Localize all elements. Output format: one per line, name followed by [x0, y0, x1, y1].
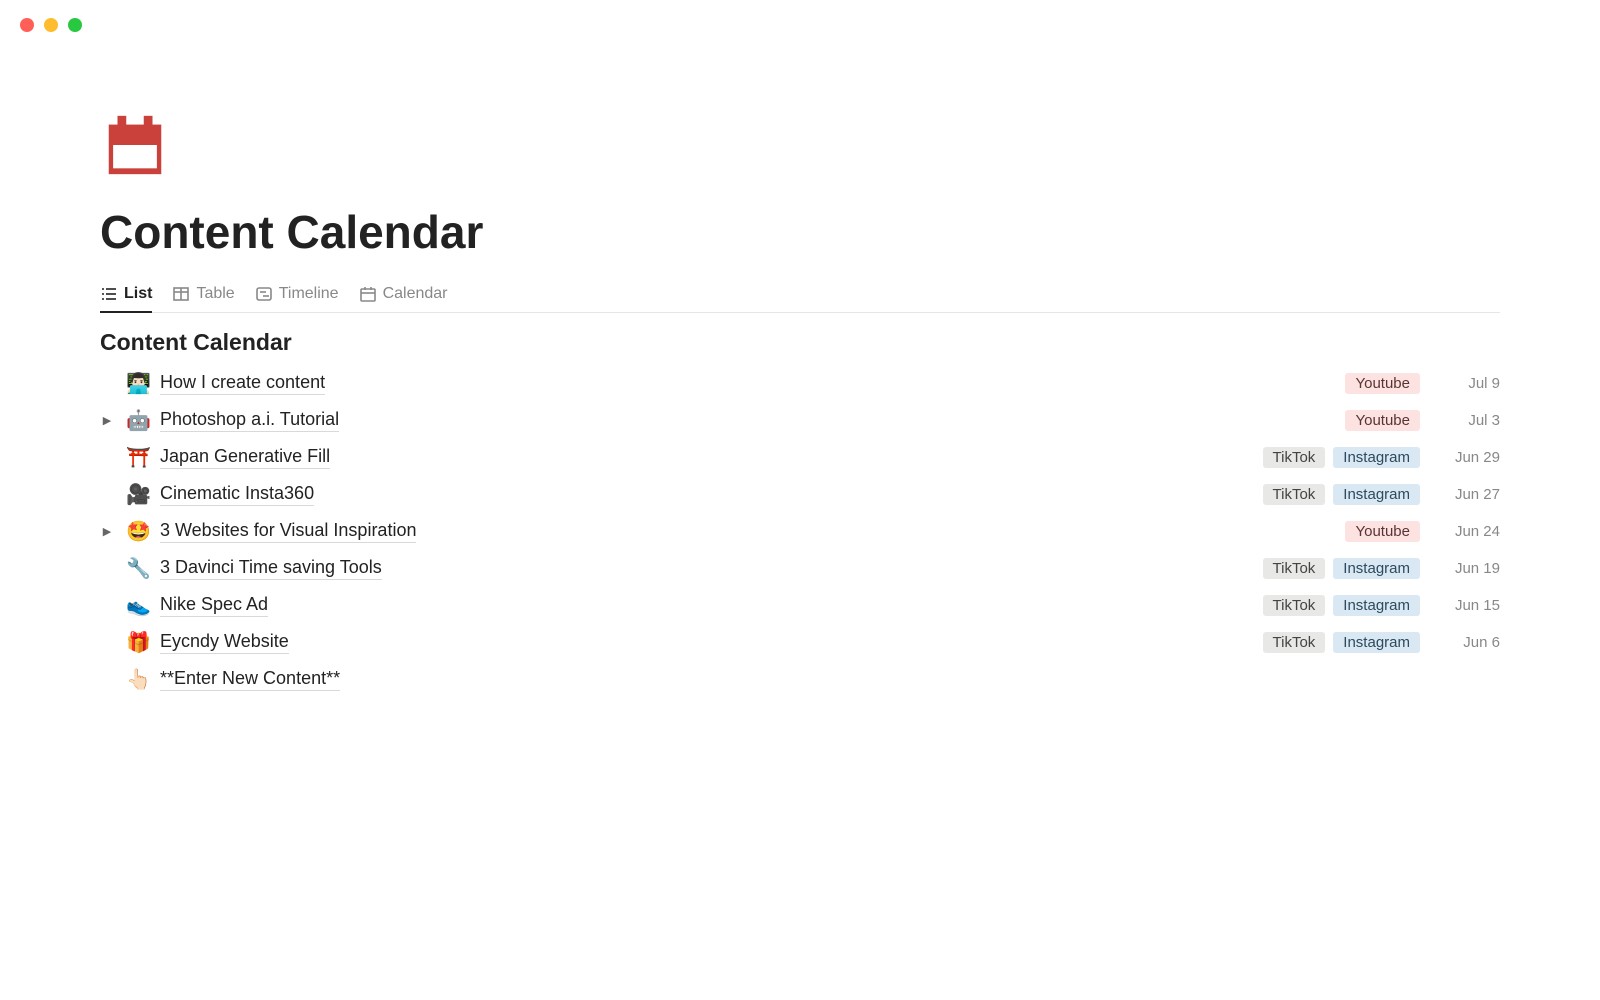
tag-instagram[interactable]: Instagram [1333, 632, 1420, 653]
item-date: Jun 27 [1444, 486, 1500, 503]
item-title[interactable]: Cinematic Insta360 [160, 483, 314, 506]
item-tags: TikTok Instagram [1263, 595, 1420, 616]
tag-tiktok[interactable]: TikTok [1263, 447, 1326, 468]
tab-table[interactable]: Table [172, 277, 234, 313]
item-date: Jun 6 [1444, 634, 1500, 651]
list-icon [100, 285, 118, 303]
expand-toggle-icon[interactable]: ▶ [100, 525, 114, 538]
tag-tiktok[interactable]: TikTok [1263, 484, 1326, 505]
maximize-window-button[interactable] [68, 18, 82, 32]
item-date: Jul 9 [1444, 375, 1500, 392]
tab-list[interactable]: List [100, 277, 152, 313]
item-emoji-icon: 👨🏻‍💻 [126, 371, 148, 396]
tag-tiktok[interactable]: TikTok [1263, 632, 1326, 653]
list-item[interactable]: 🎁 Eycndy Website TikTok Instagram Jun 6 [100, 627, 1500, 658]
tag-tiktok[interactable]: TikTok [1263, 595, 1326, 616]
list-item[interactable]: ▶ 🤖 Photoshop a.i. Tutorial Youtube Jul 3 [100, 405, 1500, 436]
item-date: Jun 24 [1444, 523, 1500, 540]
item-title[interactable]: 3 Websites for Visual Inspiration [160, 520, 416, 543]
item-tags: TikTok Instagram [1263, 558, 1420, 579]
item-title[interactable]: **Enter New Content** [160, 668, 340, 691]
item-title[interactable]: How I create content [160, 372, 325, 395]
item-emoji-icon: ⛩️ [126, 445, 148, 470]
list-item[interactable]: 👨🏻‍💻 How I create content Youtube Jul 9 [100, 368, 1500, 399]
item-emoji-icon: 🎁 [126, 630, 148, 655]
item-emoji-icon: 🤩 [126, 519, 148, 544]
tab-label: Timeline [279, 285, 339, 303]
tab-timeline[interactable]: Timeline [255, 277, 339, 313]
tab-calendar[interactable]: Calendar [359, 277, 448, 313]
item-emoji-icon: 🔧 [126, 556, 148, 581]
item-tags: Youtube [1345, 373, 1420, 394]
tag-instagram[interactable]: Instagram [1333, 447, 1420, 468]
expand-toggle-icon[interactable]: ▶ [100, 414, 114, 427]
tag-youtube[interactable]: Youtube [1345, 373, 1420, 394]
item-title[interactable]: Nike Spec Ad [160, 594, 268, 617]
item-title[interactable]: Eycndy Website [160, 631, 289, 654]
page-icon-calendar[interactable] [100, 110, 1500, 185]
item-tags: TikTok Instagram [1263, 447, 1420, 468]
item-tags: Youtube [1345, 521, 1420, 542]
tab-label: List [124, 285, 152, 303]
item-title[interactable]: Photoshop a.i. Tutorial [160, 409, 339, 432]
calendar-icon [359, 285, 377, 303]
list-item[interactable]: 👆🏻 **Enter New Content** [100, 664, 1500, 695]
item-title[interactable]: Japan Generative Fill [160, 446, 330, 469]
item-tags: TikTok Instagram [1263, 484, 1420, 505]
item-date: Jun 19 [1444, 560, 1500, 577]
tab-label: Table [196, 285, 234, 303]
page-title[interactable]: Content Calendar [100, 205, 1500, 259]
item-title[interactable]: 3 Davinci Time saving Tools [160, 557, 382, 580]
table-icon [172, 285, 190, 303]
content-list: 👨🏻‍💻 How I create content Youtube Jul 9 ▶ 🤖 Ph… [100, 368, 1500, 695]
timeline-icon [255, 285, 273, 303]
tag-youtube[interactable]: Youtube [1345, 521, 1420, 542]
list-item[interactable]: 🔧 3 Davinci Time saving Tools TikTok Instag… [100, 553, 1500, 584]
tag-instagram[interactable]: Instagram [1333, 595, 1420, 616]
tag-youtube[interactable]: Youtube [1345, 410, 1420, 431]
item-emoji-icon: 🤖 [126, 408, 148, 433]
view-tabs: List Table Timeline Calendar [100, 277, 1500, 313]
tag-instagram[interactable]: Instagram [1333, 558, 1420, 579]
item-date: Jul 3 [1444, 412, 1500, 429]
tab-label: Calendar [383, 285, 448, 303]
list-item[interactable]: 👟 Nike Spec Ad TikTok Instagram Jun 15 [100, 590, 1500, 621]
list-item[interactable]: ▶ 🤩 3 Websites for Visual Inspiration Youtu… [100, 516, 1500, 547]
close-window-button[interactable] [20, 18, 34, 32]
item-tags: Youtube [1345, 410, 1420, 431]
item-emoji-icon: 👆🏻 [126, 667, 148, 692]
database-title[interactable]: Content Calendar [100, 329, 1500, 356]
tag-tiktok[interactable]: TikTok [1263, 558, 1326, 579]
list-item[interactable]: 🎥 Cinematic Insta360 TikTok Instagram Jun 27 [100, 479, 1500, 510]
item-tags: TikTok Instagram [1263, 632, 1420, 653]
tag-instagram[interactable]: Instagram [1333, 484, 1420, 505]
item-emoji-icon: 🎥 [126, 482, 148, 507]
item-emoji-icon: 👟 [126, 593, 148, 618]
minimize-window-button[interactable] [44, 18, 58, 32]
item-date: Jun 15 [1444, 597, 1500, 614]
item-date: Jun 29 [1444, 449, 1500, 466]
window-traffic-lights [0, 0, 1600, 50]
list-item[interactable]: ⛩️ Japan Generative Fill TikTok Instagram Ju… [100, 442, 1500, 473]
